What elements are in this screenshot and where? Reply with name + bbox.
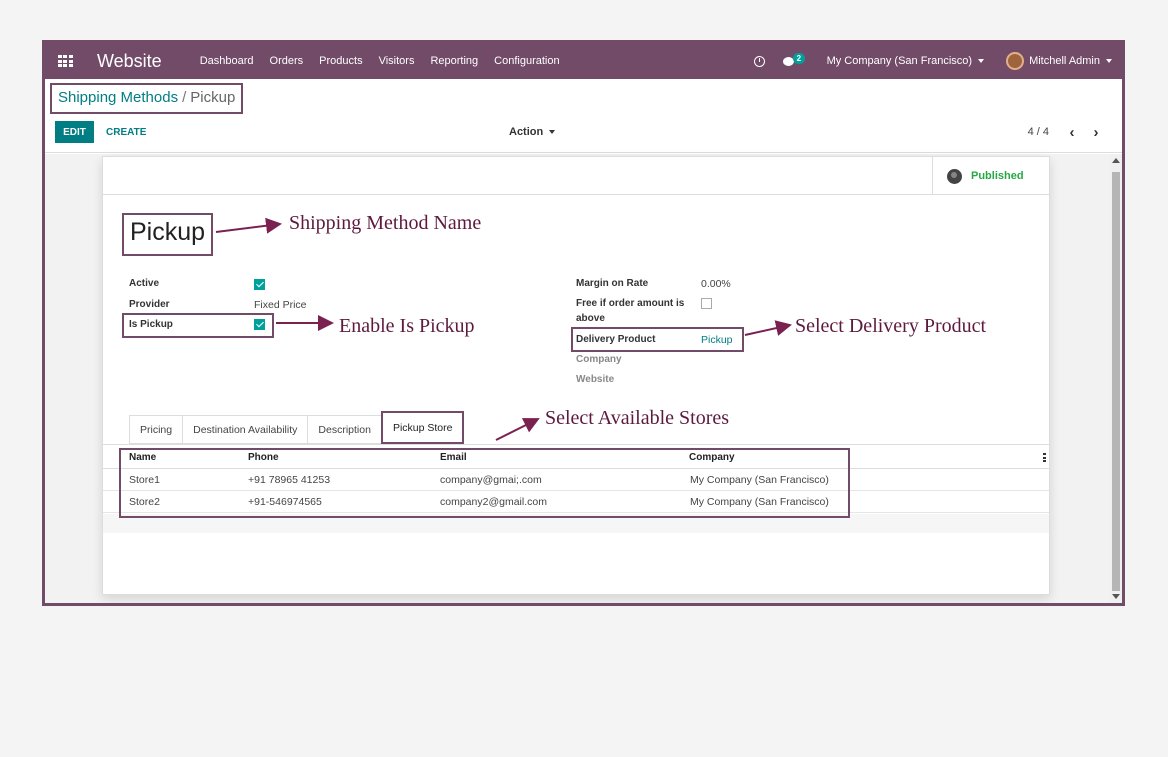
annotation-shipping-method-name: Shipping Method Name: [289, 212, 482, 234]
pager-value[interactable]: 4 / 4: [1028, 121, 1049, 143]
messages-icon[interactable]: 2: [782, 53, 806, 68]
cell-email: company2@gmail.com: [440, 496, 547, 508]
activity-clock-icon[interactable]: [753, 55, 765, 67]
top-navbar: Website Dashboard Orders Products Visito…: [45, 43, 1122, 79]
breadcrumb-parent-link[interactable]: Shipping Methods: [58, 89, 178, 106]
menu-orders[interactable]: Orders: [270, 55, 304, 67]
annotation-select-delivery-product: Select Delivery Product: [795, 315, 987, 337]
annotation-select-available-stores: Select Available Stores: [545, 407, 730, 429]
column-phone[interactable]: Phone: [248, 452, 279, 463]
chevron-right-icon[interactable]: ›: [1088, 121, 1104, 143]
apps-menu-icon[interactable]: [45, 43, 85, 79]
chevron-down-icon: [1106, 59, 1112, 63]
scroll-thumb[interactable]: [1112, 172, 1120, 591]
provider-value: Fixed Price: [254, 299, 307, 311]
published-button[interactable]: Published: [932, 157, 1049, 195]
delivery-product-label: Delivery Product: [576, 334, 656, 345]
menu-reporting[interactable]: Reporting: [430, 55, 478, 67]
user-name: Mitchell Admin: [1029, 55, 1100, 67]
control-panel: Shipping Methods / Pickup EDIT CREATE Acti…: [45, 79, 1122, 153]
vertical-scrollbar[interactable]: [1110, 154, 1122, 603]
company-name: My Company (San Francisco): [826, 55, 973, 67]
active-checkbox[interactable]: [254, 279, 265, 290]
action-label: Action: [509, 126, 544, 138]
active-label: Active: [129, 278, 160, 289]
notebook-tabs: Pricing Destination Availability Descrip…: [129, 411, 465, 444]
messages-count-badge: 2: [792, 53, 806, 64]
chevron-down-icon: [978, 59, 985, 64]
provider-label: Provider: [129, 299, 170, 310]
cell-phone: +91-546974565: [248, 496, 322, 508]
edit-button[interactable]: EDIT: [55, 121, 94, 143]
caret-down-icon: [549, 130, 556, 134]
annotation-enable-is-pickup: Enable Is Pickup: [339, 315, 475, 337]
is-pickup-checkbox[interactable]: [254, 319, 265, 330]
menu-dashboard[interactable]: Dashboard: [200, 55, 254, 67]
table-empty-row: [103, 514, 1049, 533]
company-switcher[interactable]: My Company (San Francisco): [827, 55, 985, 67]
breadcrumb-separator: /: [182, 89, 187, 106]
table-row[interactable]: Store2 +91-546974565 company2@gmail.com …: [103, 491, 1049, 513]
tab-destination-availability[interactable]: Destination Availability: [182, 415, 308, 444]
breadcrumb: Shipping Methods / Pickup: [50, 83, 244, 114]
globe-icon: [947, 168, 962, 184]
tab-pricing[interactable]: Pricing: [129, 415, 183, 444]
user-menu[interactable]: Mitchell Admin: [1006, 52, 1112, 70]
status-bar: Published: [103, 157, 1049, 195]
form-sheet: Published Pickup Active Provider Fixed P…: [102, 156, 1050, 595]
form-content: Published Pickup Active Provider Fixed P…: [45, 154, 1122, 603]
stores-table-header: Name Phone Email Company: [103, 447, 1049, 469]
cell-name: Store1: [129, 474, 160, 486]
menu-configuration[interactable]: Configuration: [494, 55, 559, 67]
cell-name: Store2: [129, 496, 160, 508]
published-label: Published: [971, 170, 1024, 182]
website-label: Website: [576, 374, 615, 385]
action-dropdown[interactable]: Action: [509, 121, 556, 143]
create-button[interactable]: CREATE: [106, 121, 146, 143]
breadcrumb-current: Pickup: [190, 89, 236, 106]
app-name[interactable]: Website: [97, 51, 162, 72]
cell-email: company@gmai;.com: [440, 474, 542, 486]
chevron-left-icon[interactable]: ‹: [1064, 121, 1080, 143]
cell-company: My Company (San Francisco): [690, 474, 829, 486]
margin-value: 0.00%: [701, 278, 731, 290]
column-email[interactable]: Email: [440, 452, 467, 463]
record-name: Pickup: [122, 213, 214, 256]
avatar: [1006, 52, 1025, 70]
free-label-line1: Free if order amount is: [576, 298, 685, 309]
cell-phone: +91 78965 41253: [248, 474, 331, 486]
scroll-up-icon[interactable]: [1112, 158, 1120, 163]
scroll-down-icon[interactable]: [1112, 594, 1120, 599]
margin-label: Margin on Rate: [576, 278, 649, 289]
is-pickup-label: Is Pickup: [129, 319, 173, 330]
menu-products[interactable]: Products: [319, 55, 362, 67]
cell-company: My Company (San Francisco): [690, 496, 829, 508]
tab-pickup-store[interactable]: Pickup Store: [380, 411, 465, 444]
column-options-icon[interactable]: [1043, 453, 1046, 464]
column-company[interactable]: Company: [689, 452, 735, 463]
tab-description[interactable]: Description: [307, 415, 381, 444]
company-label: Company: [576, 354, 622, 365]
column-name[interactable]: Name: [129, 452, 156, 463]
table-row[interactable]: Store1 +91 78965 41253 company@gmai;.com…: [103, 469, 1049, 491]
delivery-product-link[interactable]: Pickup: [701, 334, 733, 346]
free-label-line2: above: [576, 313, 605, 324]
tab-divider: [103, 444, 1049, 445]
menu-visitors[interactable]: Visitors: [379, 55, 415, 67]
free-checkbox[interactable]: [701, 298, 712, 309]
